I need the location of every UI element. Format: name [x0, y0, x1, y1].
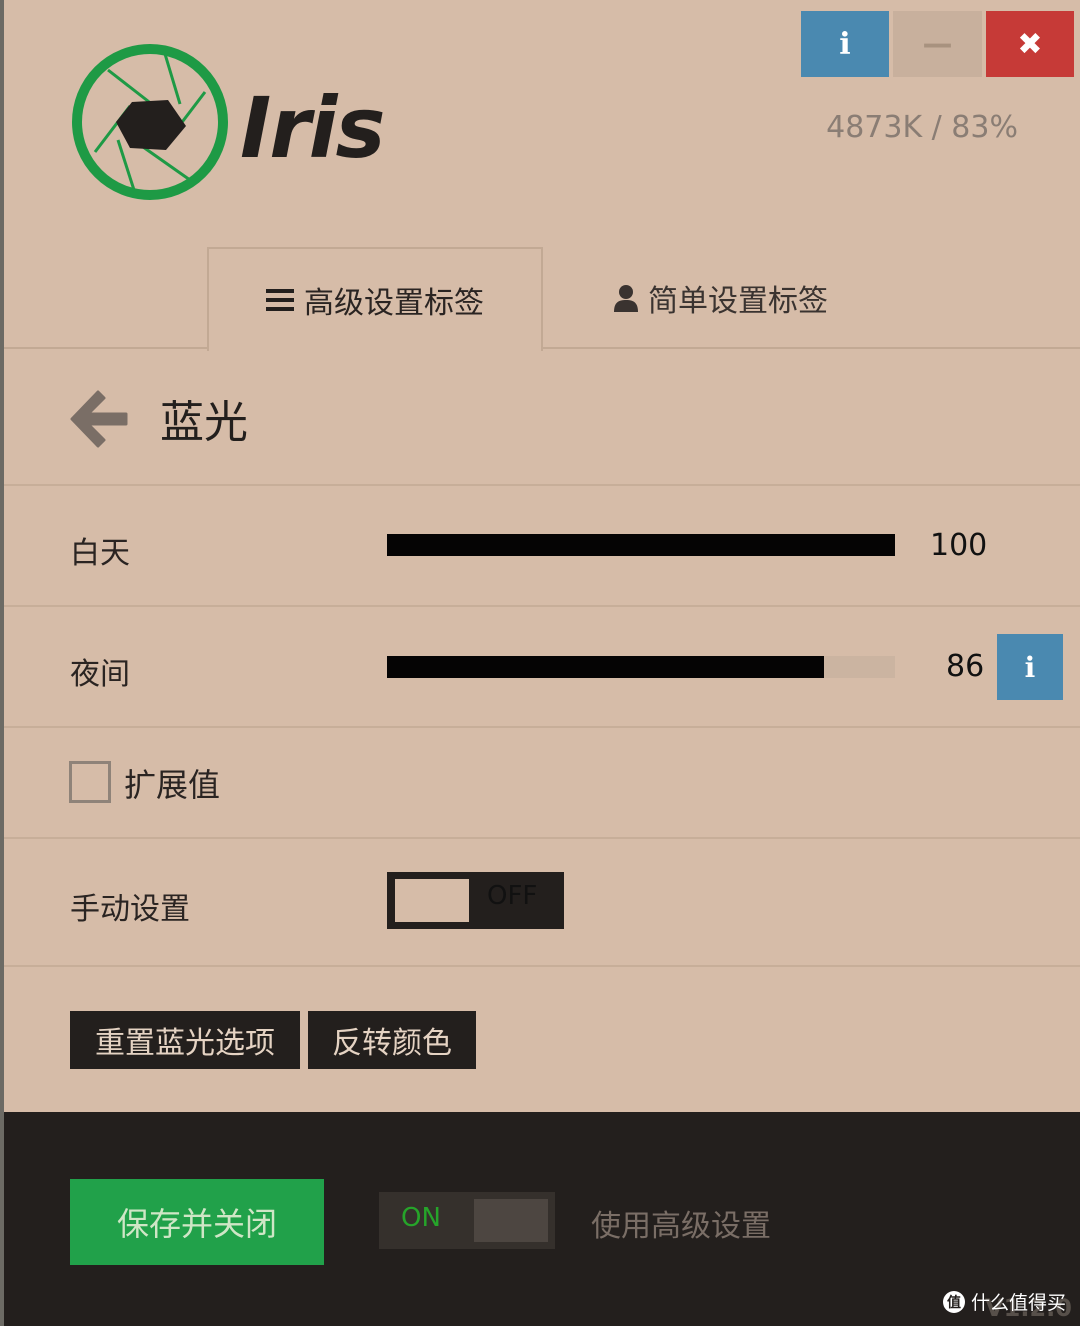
- toggle-state-text: ON: [401, 1203, 441, 1233]
- footer-bar: 保存并关闭 ON 使用高级设置 V1.2.0 值 什么值得买: [4, 1112, 1080, 1326]
- day-slider-fill: [387, 534, 895, 556]
- minimize-button[interactable]: —: [893, 11, 982, 77]
- day-value: 100: [930, 528, 988, 563]
- invert-colors-button[interactable]: 反转颜色: [308, 1011, 476, 1069]
- toggle-knob: [395, 879, 469, 922]
- watermark-logo-icon: 值: [942, 1290, 965, 1313]
- extended-values-label: 扩展值: [124, 766, 221, 804]
- close-button[interactable]: ✖: [986, 11, 1074, 77]
- reset-blue-light-button[interactable]: 重置蓝光选项: [70, 1011, 300, 1069]
- save-and-close-button[interactable]: 保存并关闭: [70, 1179, 324, 1265]
- divider: [4, 965, 1080, 967]
- extended-values-checkbox[interactable]: [69, 761, 111, 803]
- night-slider-fill: [387, 656, 824, 678]
- tab-simple-settings[interactable]: 简单设置标签: [541, 247, 901, 348]
- info-icon: i: [1024, 650, 1036, 684]
- night-label: 夜间: [70, 657, 130, 692]
- toggle-knob: [474, 1199, 548, 1242]
- tab-advanced-settings[interactable]: 高级设置标签: [207, 247, 543, 351]
- toggle-state-text: OFF: [487, 881, 538, 911]
- watermark: 值 什么值得买: [942, 1288, 1066, 1315]
- day-label: 白天: [70, 536, 130, 571]
- tab-label: 简单设置标签: [648, 283, 828, 319]
- divider: [4, 726, 1080, 728]
- temperature-brightness-readout: 4873K / 83%: [826, 110, 1018, 145]
- day-slider[interactable]: [387, 534, 895, 556]
- info-icon: i: [839, 26, 851, 62]
- close-icon: ✖: [1017, 26, 1043, 62]
- divider: [4, 484, 1080, 486]
- tab-label: 高级设置标签: [304, 286, 484, 321]
- night-info-button[interactable]: i: [997, 634, 1063, 700]
- night-value: 86: [946, 649, 985, 684]
- watermark-text: 什么值得买: [970, 1292, 1066, 1314]
- minimize-icon: —: [922, 26, 953, 62]
- divider: [4, 605, 1080, 607]
- night-slider[interactable]: [387, 656, 895, 678]
- advanced-settings-toggle[interactable]: ON: [379, 1192, 555, 1249]
- manual-settings-label: 手动设置: [70, 892, 190, 927]
- iris-logo-icon: [72, 44, 228, 200]
- use-advanced-settings-label: 使用高级设置: [591, 1209, 771, 1244]
- manual-settings-toggle[interactable]: OFF: [387, 872, 564, 929]
- iris-window: Iris i — ✖ 4873K / 83% 高级设置标签 简单设置标签 蓝光 …: [4, 0, 1080, 1326]
- divider: [4, 837, 1080, 839]
- app-logo-text: Iris: [240, 79, 385, 177]
- info-button[interactable]: i: [801, 11, 889, 77]
- user-icon: [614, 284, 638, 312]
- back-arrow-icon[interactable]: [68, 388, 130, 450]
- hamburger-icon: [266, 288, 294, 312]
- section-title: 蓝光: [160, 397, 248, 448]
